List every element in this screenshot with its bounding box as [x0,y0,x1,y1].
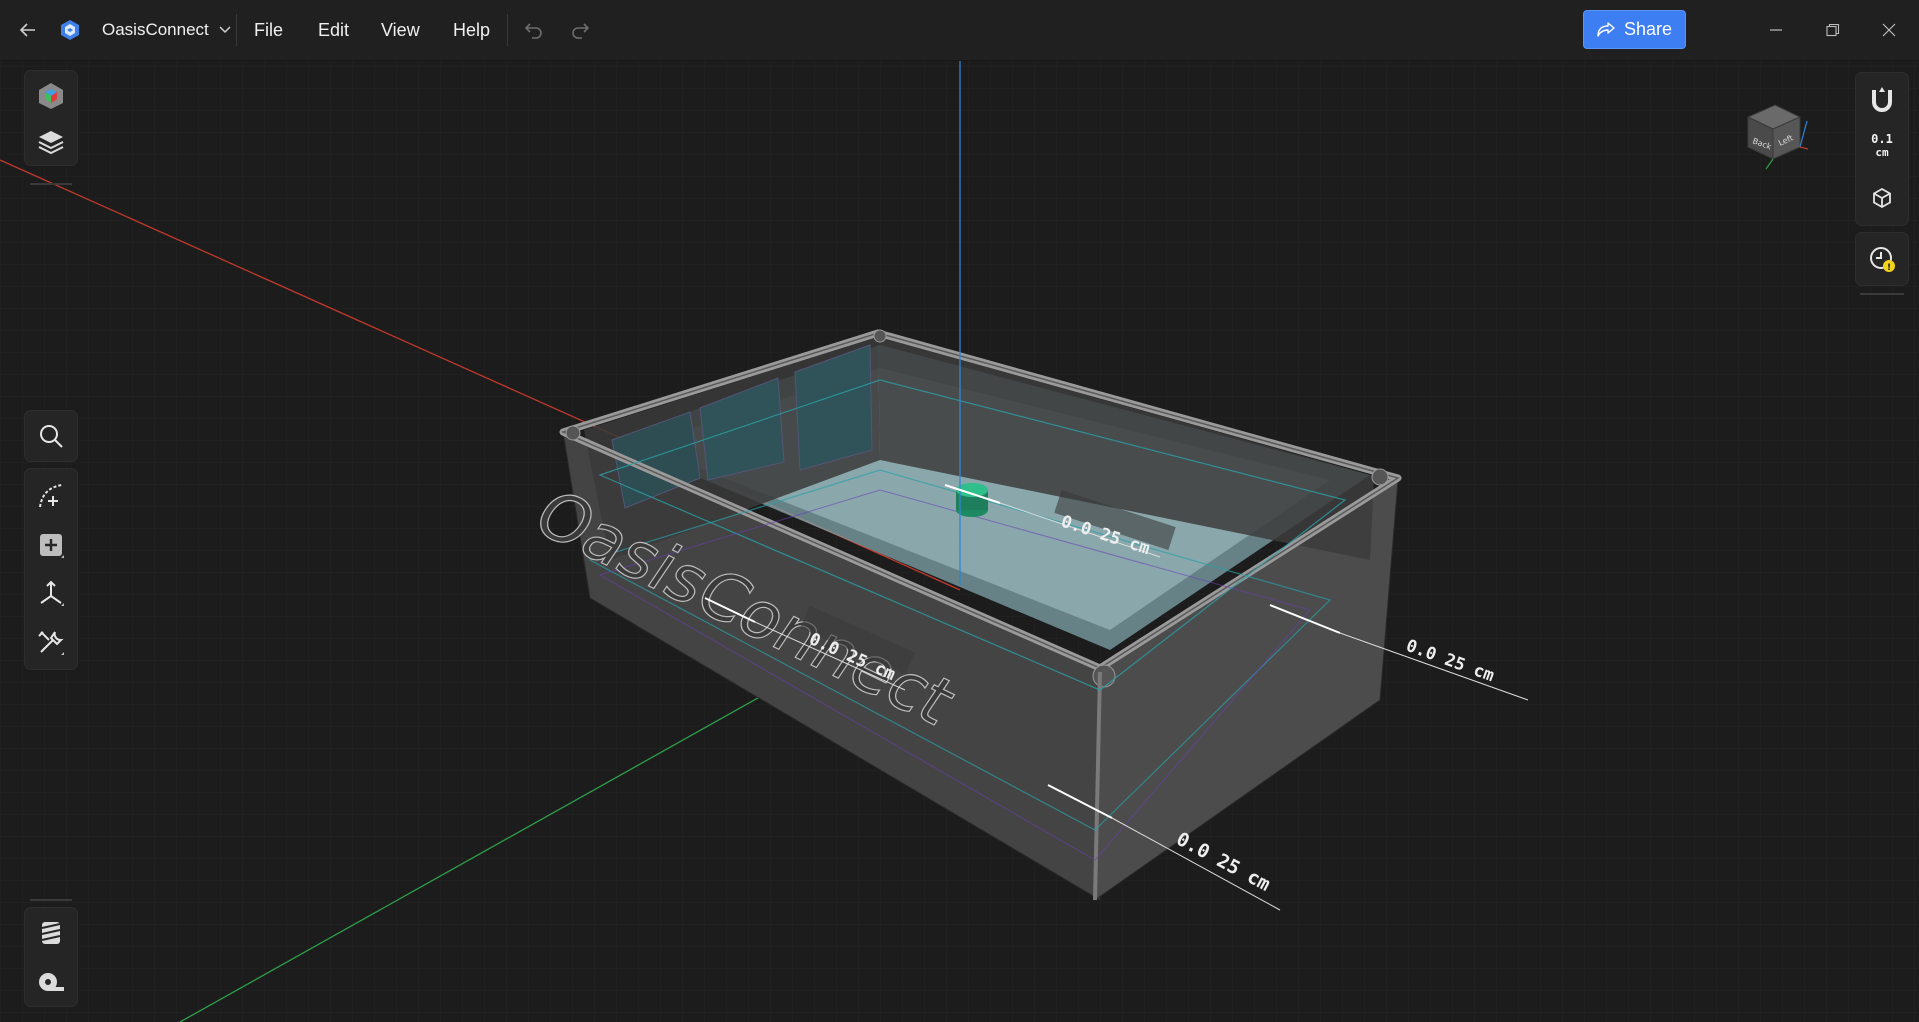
project-name: OasisConnect [102,20,209,39]
snap-unit: cm [1875,146,1889,159]
measure-tape-icon[interactable] [25,958,77,1004]
share-button[interactable]: Share [1583,10,1686,49]
left-panel-top [25,71,77,165]
menu-help[interactable]: Help [453,20,490,41]
minimize-icon[interactable] [1762,16,1790,44]
restore-icon[interactable] [1819,16,1847,44]
snap-magnet-icon[interactable] [1856,77,1908,123]
divider [1860,293,1904,295]
divider [236,14,237,46]
add-shape-icon[interactable] [25,522,77,568]
sketch-curve-icon[interactable] [25,473,77,519]
svg-text:!: ! [1887,263,1891,273]
app-logo-icon [56,16,84,44]
transform-icon[interactable] [25,570,77,616]
history-warning-icon[interactable]: ! [1856,236,1908,282]
tools-panel [25,469,77,669]
share-icon [1597,21,1615,37]
project-name-dropdown[interactable]: OasisConnect [102,20,231,40]
thread-icon[interactable] [25,910,77,956]
cube-axis-icon[interactable] [1856,175,1908,221]
close-icon[interactable] [1875,16,1903,44]
divider [30,183,72,185]
back-arrow-icon[interactable] [14,16,42,44]
layers-icon[interactable] [25,119,77,165]
history-panel: ! [1856,233,1908,285]
menu-file[interactable]: File [254,20,283,41]
bottom-left-panel [25,908,77,1006]
view-cube[interactable]: Back Left [1740,101,1810,181]
search-panel [25,411,77,461]
menu-edit[interactable]: Edit [318,20,349,41]
snap-value[interactable]: 0.1 [1856,132,1908,146]
tools-wrench-icon[interactable] [25,619,77,665]
scene-canvas[interactable]: OasisConnect 0.0 25 cm 0.0 25 cm 0.0 25 … [0,61,1919,1022]
chevron-down-icon [219,26,231,34]
right-panel: 0.1 cm [1856,73,1908,225]
divider [30,899,72,901]
materials-icon[interactable] [25,73,77,119]
divider [507,14,508,46]
3d-viewport[interactable]: OasisConnect 0.0 25 cm 0.0 25 cm 0.0 25 … [0,61,1919,1022]
menu-view[interactable]: View [381,20,420,41]
search-icon[interactable] [25,413,77,459]
undo-icon[interactable] [520,16,548,44]
redo-icon[interactable] [566,16,594,44]
share-label: Share [1623,19,1673,39]
title-bar: OasisConnect File Edit View Help Share [0,0,1919,61]
